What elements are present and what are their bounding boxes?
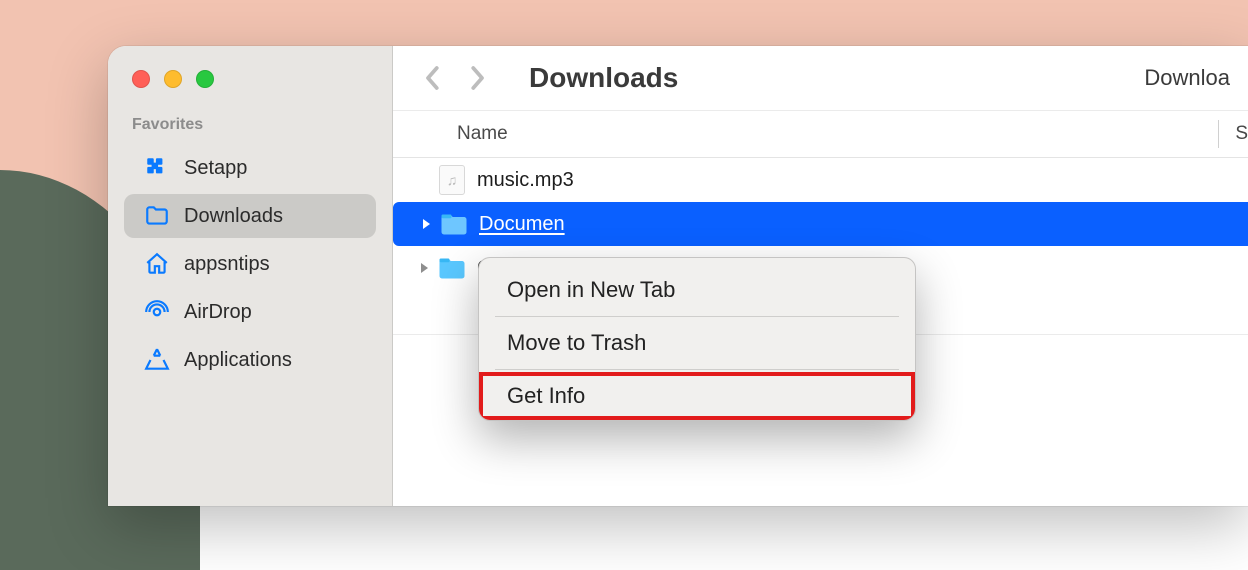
file-label: music.mp3 (477, 169, 574, 192)
menu-item-move-to-trash[interactable]: Move to Trash (479, 319, 915, 367)
sidebar-item-appsntips[interactable]: appsntips (124, 242, 376, 286)
file-label: Documen (479, 213, 565, 236)
window-title: Downloads (529, 62, 678, 94)
house-icon (144, 251, 170, 277)
audio-file-icon: ♫ (437, 165, 467, 195)
file-row-music[interactable]: ♫ music.mp3 (393, 158, 1248, 202)
zoom-window-button[interactable] (196, 70, 214, 88)
minimize-window-button[interactable] (164, 70, 182, 88)
sidebar-item-downloads[interactable]: Downloads (124, 194, 376, 238)
file-row-documents[interactable]: Documen (393, 202, 1248, 246)
sidebar-section-title: Favorites (108, 116, 392, 142)
sidebar: Favorites Setapp Downloads appsntips Air… (108, 46, 393, 506)
folder-icon (144, 203, 170, 229)
menu-item-open-new-tab[interactable]: Open in New Tab (479, 266, 915, 314)
menu-separator (495, 369, 899, 370)
sidebar-item-label: Applications (184, 349, 292, 372)
menu-item-get-info[interactable]: Get Info (479, 372, 915, 420)
toolbar: Downloads Downloa (393, 46, 1248, 110)
sidebar-item-label: AirDrop (184, 301, 252, 324)
column-divider[interactable] (1218, 120, 1219, 148)
folder-icon (439, 209, 469, 239)
column-header-name[interactable]: Name (457, 123, 508, 145)
nav-forward-button[interactable] (455, 56, 499, 100)
apps-icon (144, 347, 170, 373)
menu-separator (495, 316, 899, 317)
airdrop-icon (144, 299, 170, 325)
sidebar-item-airdrop[interactable]: AirDrop (124, 290, 376, 334)
context-menu: Open in New Tab Move to Trash Get Info (478, 257, 916, 421)
sidebar-item-setapp[interactable]: Setapp (124, 146, 376, 190)
column-header-row: Name S (393, 110, 1248, 158)
sidebar-item-label: appsntips (184, 253, 270, 276)
sidebar-item-label: Setapp (184, 157, 247, 180)
stack-icon (144, 155, 170, 181)
column-header-second[interactable]: S (1223, 123, 1248, 145)
nav-back-button[interactable] (411, 56, 455, 100)
window-controls (108, 60, 392, 116)
disclosure-triangle[interactable] (413, 262, 435, 274)
close-window-button[interactable] (132, 70, 150, 88)
sidebar-item-label: Downloads (184, 205, 283, 228)
toolbar-path-label[interactable]: Downloa (1144, 65, 1230, 91)
sidebar-item-applications[interactable]: Applications (124, 338, 376, 382)
folder-icon (437, 253, 467, 283)
disclosure-triangle[interactable] (415, 218, 437, 230)
